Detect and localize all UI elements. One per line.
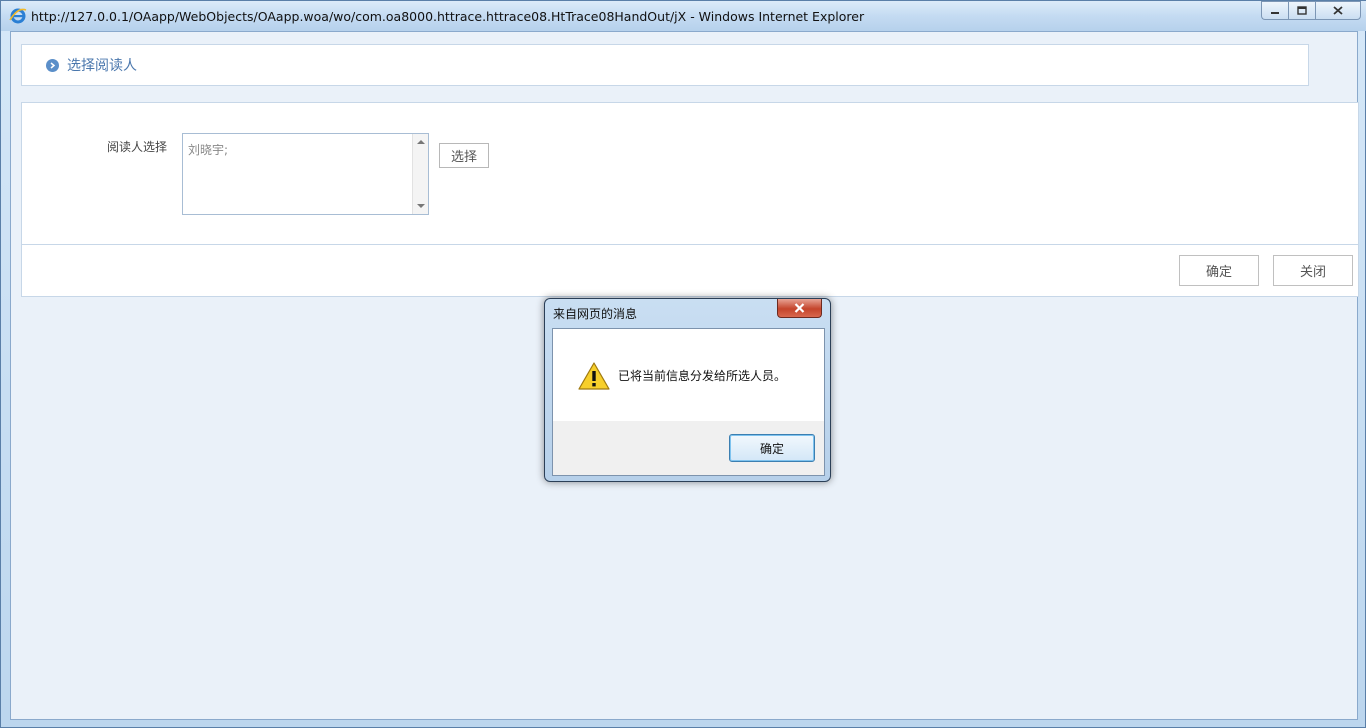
choose-reader-button[interactable]: 选择 xyxy=(439,143,489,168)
section-header: 选择阅读人 xyxy=(21,44,1309,86)
dialog-title: 来自网页的消息 xyxy=(553,307,638,321)
reader-label: 阅读人选择 xyxy=(107,140,168,154)
ie-logo-icon xyxy=(9,8,27,24)
chevron-right-icon xyxy=(46,58,59,72)
dialog-footer: 确定 xyxy=(553,421,824,475)
warning-icon xyxy=(578,362,610,390)
close-icon xyxy=(1333,6,1343,15)
dialog-ok-button[interactable]: 确定 xyxy=(729,434,815,462)
scroll-up-icon[interactable] xyxy=(417,140,425,144)
scroll-down-icon[interactable] xyxy=(417,204,425,208)
window-title: http://127.0.0.1/OAapp/WebObjects/OAapp.… xyxy=(31,8,865,24)
maximize-icon xyxy=(1297,6,1307,15)
dialog-body: 已将当前信息分发给所选人员。 确定 xyxy=(552,328,825,476)
section-title: 选择阅读人 xyxy=(67,58,137,74)
browser-window: http://127.0.0.1/OAapp/WebObjects/OAapp.… xyxy=(0,0,1366,728)
dialog-close-button[interactable] xyxy=(777,299,822,318)
dialog-message-area: 已将当前信息分发给所选人员。 xyxy=(553,329,824,421)
minimize-button[interactable] xyxy=(1261,1,1288,20)
reader-value: 刘晓宇; xyxy=(188,143,229,157)
window-close-button[interactable] xyxy=(1315,1,1361,20)
reader-form-panel: 阅读人选择 刘晓宇; 选择 确定 关闭 xyxy=(21,102,1359,297)
window-controls xyxy=(1261,1,1361,21)
confirm-button[interactable]: 确定 xyxy=(1179,255,1259,286)
close-button[interactable]: 关闭 xyxy=(1273,255,1353,286)
textarea-scrollbar[interactable] xyxy=(412,134,428,214)
divider xyxy=(22,244,1358,245)
maximize-button[interactable] xyxy=(1288,1,1315,20)
dialog-message: 已将当前信息分发给所选人员。 xyxy=(618,369,787,383)
title-bar: http://127.0.0.1/OAapp/WebObjects/OAapp.… xyxy=(1,1,1366,31)
close-icon xyxy=(794,303,805,313)
alert-dialog: 来自网页的消息 已将当前信息分发给所选人员。 确定 xyxy=(544,298,831,482)
minimize-icon xyxy=(1271,11,1279,14)
reader-textarea[interactable]: 刘晓宇; xyxy=(182,133,429,215)
